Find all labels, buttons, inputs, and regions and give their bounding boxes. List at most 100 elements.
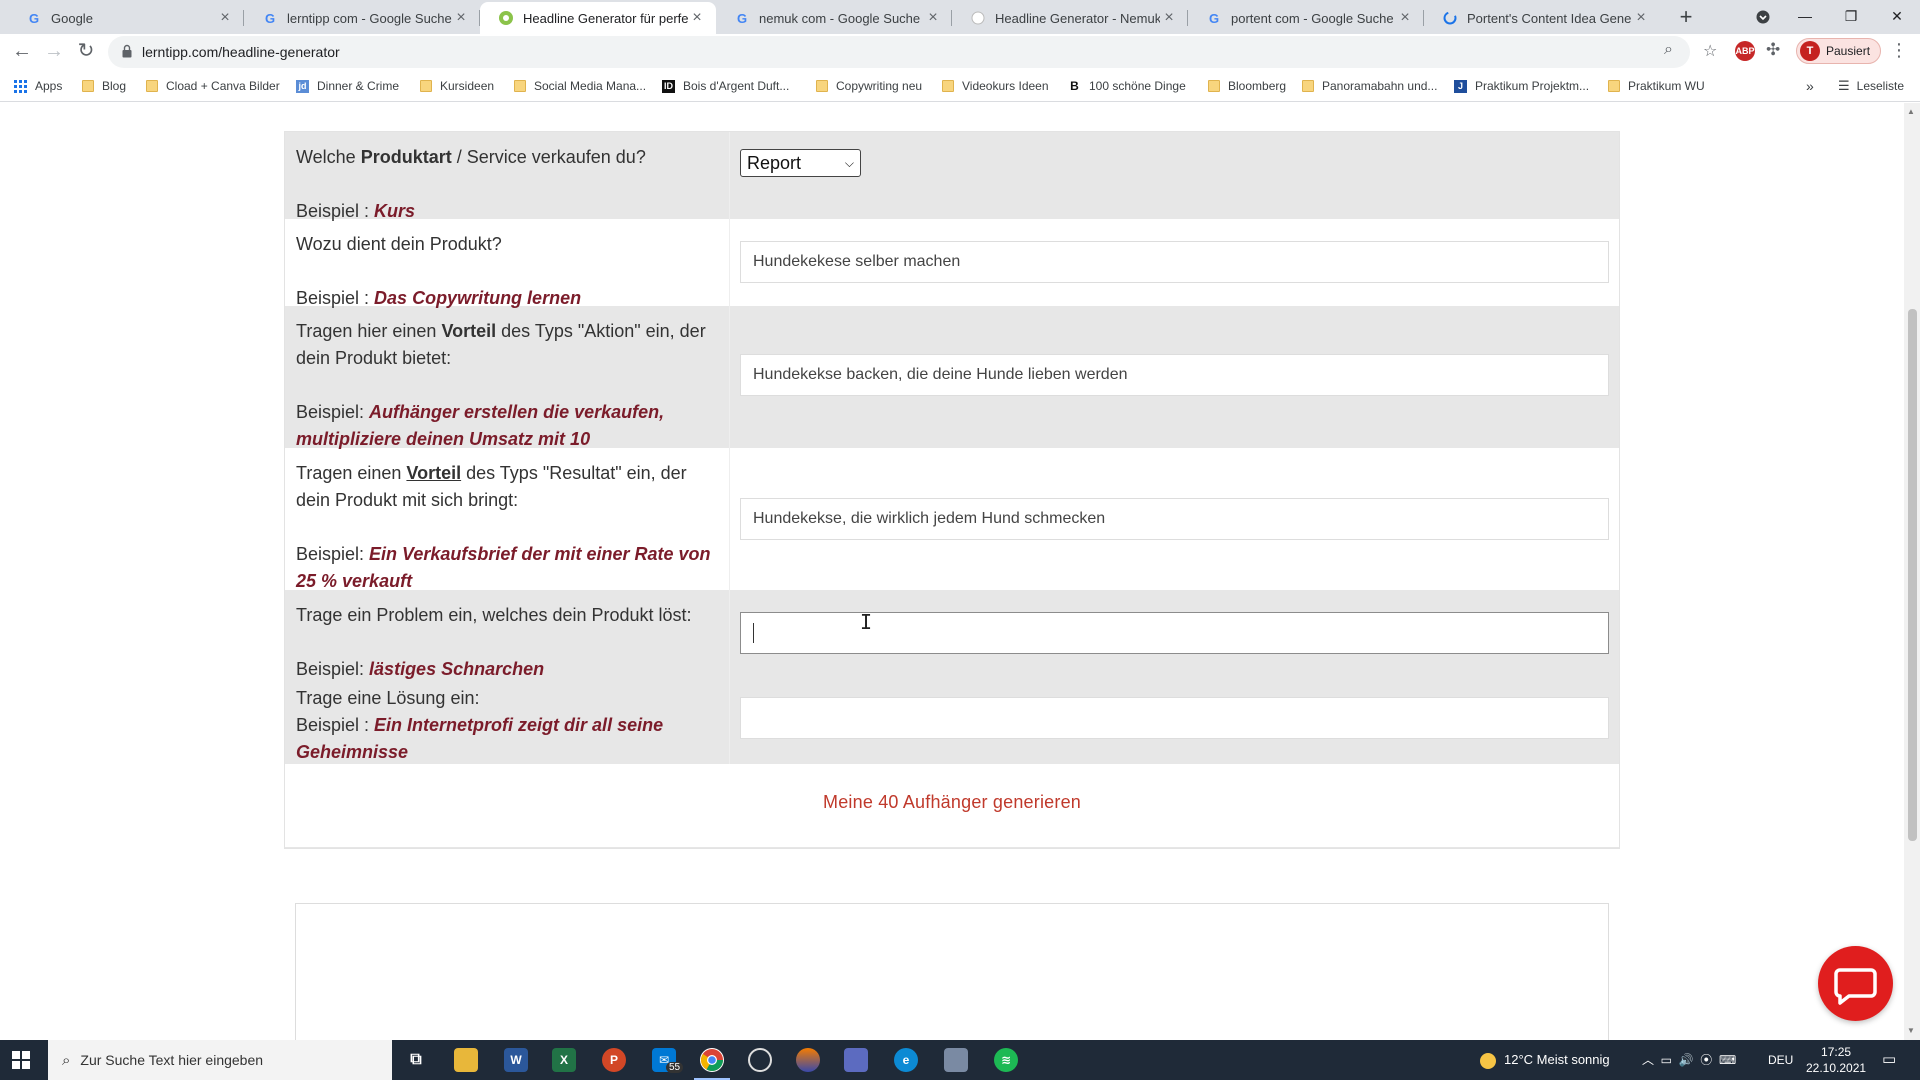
browser-menu-icon[interactable]: ⋮ — [1890, 40, 1908, 61]
avatar: T — [1800, 41, 1820, 61]
form-label-cell: Trage eine Lösung ein: Beispiel : Ein In… — [285, 677, 730, 764]
tab-lerntipp-search[interactable]: G lerntipp com - Google Suche × — [244, 2, 480, 34]
google-icon: G — [28, 10, 40, 26]
address-bar[interactable]: lerntipp.com/headline-generator ⌕ ☆ — [108, 36, 1717, 68]
powerpoint-icon[interactable]: P — [602, 1048, 626, 1072]
bookmark-praktikum-wu[interactable]: Praktikum WU — [1608, 77, 1705, 95]
bookmark-bois-dargent[interactable]: ID Bois d'Argent Duft... — [662, 77, 789, 95]
close-tab-icon[interactable]: × — [452, 9, 470, 27]
text-caret — [753, 622, 754, 643]
folder-icon — [146, 80, 158, 92]
windows-start-icon[interactable] — [12, 1051, 30, 1069]
solution-input[interactable] — [740, 697, 1609, 739]
form-row-benefit-action: Tragen hier einen Vorteil des Typs "Akti… — [285, 306, 1619, 449]
edge-icon[interactable]: e — [894, 1048, 918, 1072]
profile-button[interactable]: T Pausiert — [1796, 38, 1882, 64]
bookmark-star-icon[interactable]: ☆ — [1703, 41, 1717, 61]
obs-icon[interactable] — [748, 1048, 772, 1072]
bookmark-praktikum-projekt[interactable]: J Praktikum Projektm... — [1454, 77, 1589, 95]
taskbar-search[interactable]: ⌕ Zur Suche Text hier eingeben — [48, 1040, 392, 1080]
portent-icon — [1442, 10, 1458, 26]
page-scrollbar[interactable]: ▲ ▼ — [1904, 103, 1920, 1040]
close-tab-icon[interactable]: × — [1160, 9, 1178, 27]
form-label-cell: Trage ein Problem ein, welches dein Prod… — [285, 590, 730, 679]
close-tab-icon[interactable]: × — [1396, 9, 1414, 27]
file-explorer-icon[interactable] — [454, 1048, 478, 1072]
chrome-icon[interactable] — [700, 1048, 724, 1072]
extensions-icon[interactable]: ✣ — [1766, 40, 1780, 60]
bookmark-social-media[interactable]: Social Media Mana... — [514, 77, 646, 95]
weather-widget[interactable]: 12°C Meist sonnig — [1480, 1040, 1610, 1080]
bookmark-copywriting[interactable]: Copywriting neu — [816, 77, 922, 95]
chevron-down-icon: ⌵ — [844, 156, 854, 170]
bookmark-kursideen[interactable]: Kursideen — [420, 77, 494, 95]
tab-title: Headline Generator - Nemuk — [995, 10, 1160, 26]
more-bookmarks-button[interactable]: » — [1806, 77, 1814, 95]
tab-headline-generator[interactable]: Headline Generator für perfekte × — [480, 2, 716, 34]
tab-portent-generator[interactable]: Portent's Content Idea Generato × — [1424, 2, 1660, 34]
bookmark-100-dinge[interactable]: B 100 schöne Dinge — [1068, 77, 1186, 95]
forward-icon[interactable]: → — [40, 38, 68, 66]
generate-row: Meine 40 Aufhänger generieren — [285, 764, 1619, 848]
close-window-button[interactable]: ✕ — [1874, 0, 1920, 34]
minimize-button[interactable]: — — [1782, 0, 1828, 34]
app-icon[interactable] — [844, 1048, 868, 1072]
close-tab-icon[interactable]: × — [216, 9, 234, 27]
restore-button[interactable]: ❐ — [1828, 0, 1874, 34]
form-label-cell: Welche Produktart / Service verkaufen du… — [285, 132, 730, 221]
scrollbar-thumb[interactable] — [1908, 309, 1917, 841]
headline-output-box — [295, 903, 1609, 1040]
weather-text: 12°C Meist sonnig — [1504, 1052, 1610, 1067]
zoom-icon[interactable]: ⌕ — [1664, 41, 1673, 59]
benefit-action-input[interactable]: Hundekekse backen, die deine Hunde liebe… — [740, 354, 1609, 396]
notification-icon[interactable]: ▭ — [1882, 1040, 1896, 1080]
app-icon[interactable] — [796, 1048, 820, 1072]
tab-portent-search[interactable]: G portent com - Google Suche × — [1188, 2, 1424, 34]
purpose-input[interactable]: Hundekekese selber machen — [740, 241, 1609, 283]
tab-nemuk-search[interactable]: G nemuk com - Google Suche × — [716, 2, 952, 34]
bookmark-apps[interactable]: Apps — [14, 77, 62, 95]
tray-icons[interactable]: ︿ ▭ 🔊 ⦿ ⌨ — [1642, 1040, 1736, 1080]
new-tab-button[interactable]: + — [1672, 4, 1700, 32]
bookmark-label: 100 schöne Dinge — [1089, 79, 1186, 93]
reload-icon[interactable]: ↻ — [72, 38, 100, 66]
bookmark-videokurs[interactable]: Videokurs Ideen — [942, 77, 1049, 95]
task-view-icon[interactable]: ⧉ — [404, 1048, 428, 1072]
google-icon: G — [1208, 10, 1220, 26]
sun-icon — [1480, 1052, 1496, 1069]
folder-icon — [514, 80, 526, 92]
bookmark-panoramabahn[interactable]: Panoramabahn und... — [1302, 77, 1437, 95]
example-value: lästiges Schnarchen — [369, 659, 545, 679]
scroll-up-icon[interactable]: ▲ — [1907, 107, 1915, 116]
bookmark-cload-canva[interactable]: Cload + Canva Bilder — [146, 77, 280, 95]
clock[interactable]: 17:25 22.10.2021 — [1806, 1044, 1866, 1076]
example-prefix: Beispiel : — [296, 715, 375, 735]
tab-search-button[interactable] — [1740, 0, 1786, 34]
close-tab-icon[interactable]: × — [688, 9, 706, 27]
generate-headlines-button[interactable]: Meine 40 Aufhänger generieren — [285, 792, 1619, 813]
close-tab-icon[interactable]: × — [924, 9, 942, 27]
chat-widget-button[interactable] — [1818, 946, 1893, 1021]
label-text: Wozu dient dein Produkt? — [296, 234, 502, 254]
word-icon[interactable]: W — [504, 1048, 528, 1072]
app-icon[interactable] — [944, 1048, 968, 1072]
scroll-down-icon[interactable]: ▼ — [1907, 1026, 1915, 1035]
product-type-select[interactable]: Report ⌵ — [740, 149, 861, 177]
tab-title: portent com - Google Suche — [1231, 10, 1394, 26]
label-text: / Service verkaufen du? — [451, 147, 646, 167]
bookmark-dinner-crime[interactable]: jd Dinner & Crime — [296, 77, 399, 95]
adblock-extension-icon[interactable]: ABP — [1735, 41, 1755, 61]
spotify-icon[interactable]: ≋ — [994, 1048, 1018, 1072]
tab-google[interactable]: G Google × — [8, 2, 244, 34]
bookmark-blog[interactable]: Blog — [82, 77, 126, 95]
form-row-purpose: Wozu dient dein Produkt? Beispiel : Das … — [285, 219, 1619, 308]
tab-nemuk-generator[interactable]: Headline Generator - Nemuk × — [952, 2, 1188, 34]
excel-icon[interactable]: X — [552, 1048, 576, 1072]
reading-list-label: Leseliste — [1856, 79, 1905, 93]
back-icon[interactable]: ← — [8, 38, 36, 66]
benefit-result-input[interactable]: Hundekekse, die wirklich jedem Hund schm… — [740, 498, 1609, 540]
bookmark-bloomberg[interactable]: Bloomberg — [1208, 77, 1286, 95]
language-indicator[interactable]: DEU — [1768, 1040, 1793, 1080]
reading-list-button[interactable]: ☰ Leseliste — [1838, 77, 1904, 95]
close-tab-icon[interactable]: × — [1632, 9, 1650, 27]
